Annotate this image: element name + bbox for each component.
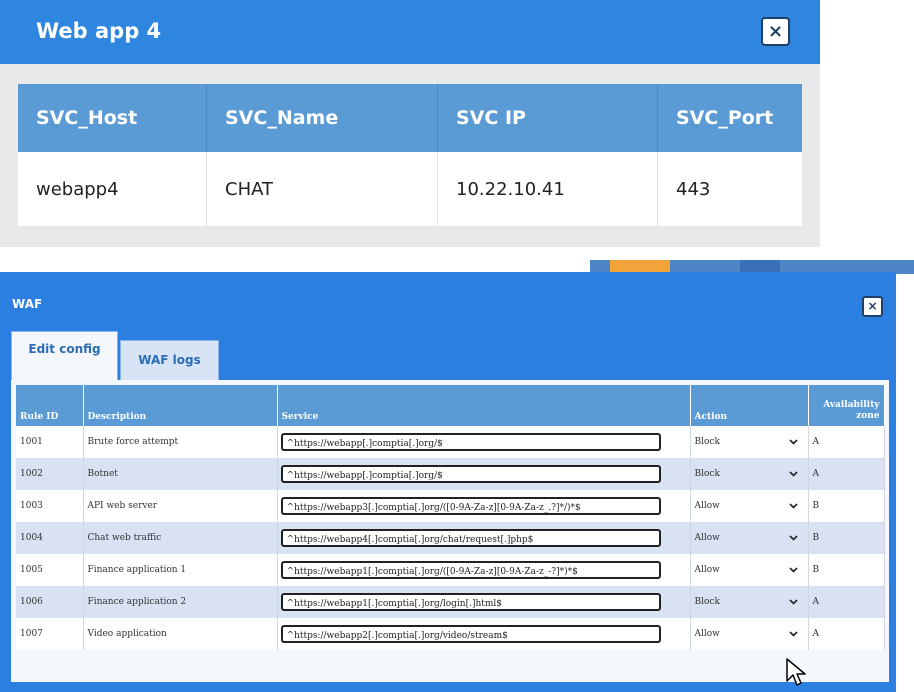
action-select[interactable]: Block (690, 426, 809, 458)
cell-svc-name: CHAT (206, 152, 438, 226)
cell-svc-host: webapp4 (18, 152, 207, 226)
rule-zone: B (808, 490, 885, 522)
rule-id: 1006 (16, 586, 84, 618)
rule-id: 1007 (16, 618, 84, 650)
header-rule-id: Rule ID (16, 385, 84, 426)
rule-zone: B (808, 554, 885, 586)
rule-description: API web server (83, 490, 278, 522)
rule-id: 1003 (16, 490, 84, 522)
service-input[interactable]: ^https://webapp3[.]comptia[.]org/([0-9A-… (280, 497, 661, 515)
edit-config-panel: Rule ID Description Service Action Avail… (11, 380, 889, 682)
header-svc-port: SVC_Port (657, 84, 802, 153)
chevron-down-icon (788, 469, 798, 480)
service-input[interactable]: ^https://webapp4[.]comptia[.]org/chat/re… (280, 529, 661, 547)
service-input[interactable]: ^https://webapp[.]comptia[.]org/$ (280, 433, 661, 451)
action-select[interactable]: Allow (690, 618, 809, 650)
action-value: Block (694, 437, 720, 447)
rule-zone: A (808, 458, 885, 490)
action-value: Allow (694, 565, 720, 575)
tab-edit-config-label: Edit config (28, 342, 101, 356)
header-zone-line1: Availability (823, 400, 880, 410)
table-row: 1001 Brute force attempt ^https://webapp[.… (16, 426, 885, 458)
rule-zone: A (808, 618, 885, 650)
table-row: 1005 Finance application 1 ^https://webapp… (16, 554, 885, 586)
waf-dialog-title: WAF (12, 297, 43, 311)
cell-svc-ip: 10.22.10.41 (437, 152, 658, 226)
chevron-down-icon (788, 597, 798, 608)
waf-rules-body: 1001 Brute force attempt ^https://webapp[.… (16, 426, 885, 650)
chevron-down-icon (788, 533, 798, 544)
action-select[interactable]: Block (690, 458, 809, 490)
action-select[interactable]: Allow (690, 554, 809, 586)
rule-id: 1004 (16, 522, 84, 554)
service-table-header: SVC_Host SVC_Name SVC IP SVC_Port (18, 84, 802, 153)
rule-service-cell: ^https://webapp4[.]comptia[.]org/chat/re… (277, 522, 691, 554)
header-description: Description (83, 385, 278, 426)
close-icon: × (767, 21, 784, 42)
rule-service-cell: ^https://webapp2[.]comptia[.]org/video/s… (277, 618, 691, 650)
tab-waf-logs-label: WAF logs (138, 353, 201, 367)
header-svc-host: SVC_Host (18, 84, 207, 153)
waf-dialog: WAF × Edit config WAF logs Rule ID Descr… (0, 272, 896, 692)
rule-zone: A (808, 586, 885, 618)
rule-description: Finance application 1 (83, 554, 278, 586)
rule-zone: B (808, 522, 885, 554)
rule-service-cell: ^https://webapp1[.]comptia[.]org/([0-9A-… (277, 554, 691, 586)
table-row: 1003 API web server ^https://webapp3[.]com… (16, 490, 885, 522)
table-row: webapp4 CHAT 10.22.10.41 443 (18, 152, 802, 226)
service-input[interactable]: ^https://webapp1[.]comptia[.]org/login[.… (280, 593, 661, 611)
waf-rules-header: Rule ID Description Service Action Avail… (16, 385, 885, 426)
rule-id: 1002 (16, 458, 84, 490)
rule-description: Botnet (83, 458, 278, 490)
action-value: Allow (694, 533, 720, 543)
action-select[interactable]: Allow (690, 490, 809, 522)
action-select[interactable]: Block (690, 586, 809, 618)
rule-id: 1001 (16, 426, 84, 458)
table-row: 1002 Botnet ^https://webapp[.]comptia[.]or… (16, 458, 885, 490)
waf-rules-table: Rule ID Description Service Action Avail… (16, 385, 885, 650)
header-svc-name: SVC_Name (206, 84, 438, 153)
action-value: Block (694, 469, 720, 479)
rule-service-cell: ^https://webapp[.]comptia[.]org/$ (277, 426, 691, 458)
table-row: 1006 Finance application 2 ^https://webapp… (16, 586, 885, 618)
cell-svc-port: 443 (657, 152, 802, 226)
header-svc-ip: SVC IP (437, 84, 658, 153)
header-service: Service (277, 385, 691, 426)
waf-close-button[interactable]: × (862, 296, 883, 317)
service-input[interactable]: ^https://webapp2[.]comptia[.]org/video/s… (280, 625, 661, 643)
chevron-down-icon (788, 501, 798, 512)
rule-description: Brute force attempt (83, 426, 278, 458)
webapp-dialog-title: Web app 4 (36, 19, 162, 43)
header-zone-line2: zone (856, 411, 880, 421)
header-availability-zone: Availability zone (808, 385, 885, 426)
rule-description: Video application (83, 618, 278, 650)
header-action: Action (690, 385, 809, 426)
action-value: Allow (694, 629, 720, 639)
rule-service-cell: ^https://webapp3[.]comptia[.]org/([0-9A-… (277, 490, 691, 522)
webapp-dialog-titlebar: Web app 4 × (0, 0, 820, 64)
rule-service-cell: ^https://webapp[.]comptia[.]org/$ (277, 458, 691, 490)
tab-edit-config[interactable]: Edit config (11, 331, 118, 381)
rule-service-cell: ^https://webapp1[.]comptia[.]org/login[.… (277, 586, 691, 618)
webapp-dialog: Web app 4 × SVC_Host SVC_Name SVC IP SVC… (0, 0, 820, 247)
chevron-down-icon (788, 565, 798, 576)
service-input[interactable]: ^https://webapp1[.]comptia[.]org/([0-9A-… (280, 561, 661, 579)
service-table: SVC_Host SVC_Name SVC IP SVC_Port webapp… (18, 84, 802, 226)
rule-description: Chat web traffic (83, 522, 278, 554)
mouse-pointer-icon (786, 658, 806, 686)
action-select[interactable]: Allow (690, 522, 809, 554)
close-icon: × (867, 299, 878, 313)
table-row: 1007 Video application ^https://webapp2[.]… (16, 618, 885, 650)
action-value: Allow (694, 501, 720, 511)
action-value: Block (694, 597, 720, 607)
chevron-down-icon (788, 629, 798, 640)
table-row: 1004 Chat web traffic ^https://webapp4[.]c… (16, 522, 885, 554)
rule-zone: A (808, 426, 885, 458)
rule-description: Finance application 2 (83, 586, 278, 618)
tab-waf-logs[interactable]: WAF logs (120, 340, 219, 381)
service-input[interactable]: ^https://webapp[.]comptia[.]org/$ (280, 465, 661, 483)
webapp-close-button[interactable]: × (761, 17, 790, 46)
chevron-down-icon (788, 437, 798, 448)
rule-id: 1005 (16, 554, 84, 586)
